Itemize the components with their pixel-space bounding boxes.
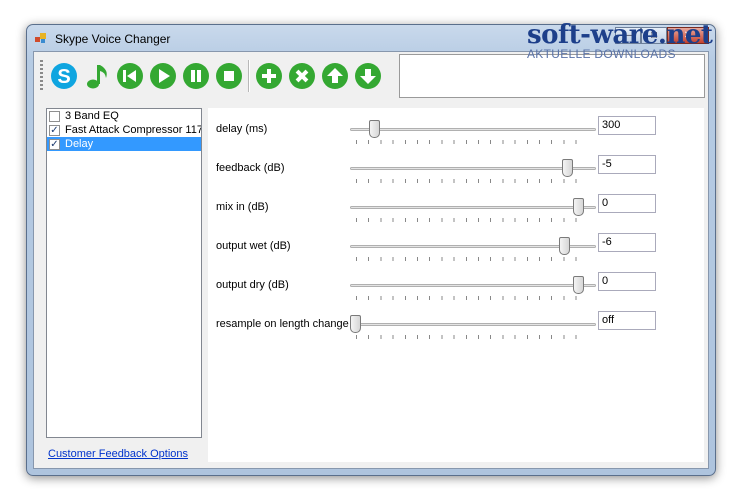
slider-ticks	[356, 257, 588, 261]
param-label: delay (ms)	[216, 123, 268, 135]
slider-thumb[interactable]	[559, 237, 570, 255]
effect-checkbox[interactable]: ✓	[49, 138, 60, 150]
checkmark-icon: ✓	[50, 124, 59, 136]
stop-button[interactable]	[214, 61, 244, 91]
slider-thumb[interactable]	[573, 198, 584, 216]
param-slider[interactable]	[350, 194, 596, 224]
add-effect-button[interactable]	[254, 61, 284, 91]
param-value[interactable]: -6	[598, 233, 656, 252]
param-slider[interactable]	[350, 272, 596, 302]
param-value[interactable]: 0	[598, 272, 656, 291]
effect-checkbox[interactable]	[49, 110, 60, 122]
param-row: resample on length change off	[208, 311, 704, 347]
param-value[interactable]: off	[598, 311, 656, 330]
window-title: Skype Voice Changer	[55, 32, 171, 46]
parameter-panel: delay (ms) 300 feedback (dB) -5 mix in (…	[208, 108, 704, 462]
effect-label: 3 Band EQ	[65, 110, 119, 122]
skype-button[interactable]: S	[49, 61, 79, 91]
slider-track	[350, 167, 596, 170]
effect-item[interactable]: 3 Band EQ	[47, 109, 201, 123]
toolbar-grip[interactable]	[40, 60, 43, 92]
effect-label: Delay	[65, 138, 94, 150]
remove-effect-button[interactable]	[287, 61, 317, 91]
slider-ticks	[356, 296, 588, 300]
remove-icon	[289, 63, 315, 89]
pause-icon	[183, 63, 209, 89]
param-row: mix in (dB) 0	[208, 194, 704, 230]
move-up-button[interactable]	[320, 61, 350, 91]
slider-track	[350, 128, 596, 131]
slider-track	[350, 284, 596, 287]
param-row: output dry (dB) 0	[208, 272, 704, 308]
app-window: Skype Voice Changer — □ ✕ S 3 Band EQ ✓ …	[26, 24, 716, 476]
param-value[interactable]: -5	[598, 155, 656, 174]
slider-thumb[interactable]	[573, 276, 584, 294]
effect-list[interactable]: 3 Band EQ ✓ Fast Attack Compressor 1175 …	[46, 108, 202, 438]
slider-ticks	[356, 140, 588, 144]
move-up-icon	[322, 63, 348, 89]
app-icon	[35, 33, 46, 43]
param-label: output dry (dB)	[216, 279, 289, 291]
toolbar: S	[38, 54, 398, 98]
watermark-logo: soft-ware.net	[527, 20, 713, 50]
add-icon	[256, 63, 282, 89]
param-slider[interactable]	[350, 155, 596, 185]
param-row: output wet (dB) -6	[208, 233, 704, 269]
param-value[interactable]: 0	[598, 194, 656, 213]
rewind-button[interactable]	[115, 61, 145, 91]
slider-ticks	[356, 335, 588, 339]
slider-ticks	[356, 218, 588, 222]
param-label: mix in (dB)	[216, 201, 269, 213]
param-row: feedback (dB) -5	[208, 155, 704, 191]
param-label: feedback (dB)	[216, 162, 285, 174]
effect-label: Fast Attack Compressor 1175	[65, 124, 202, 136]
watermark: soft-ware.net AKTUELLE DOWNLOADS	[527, 20, 713, 61]
slider-track	[350, 206, 596, 209]
effect-item[interactable]: ✓ Fast Attack Compressor 1175	[47, 123, 201, 137]
slider-thumb[interactable]	[369, 120, 380, 138]
rewind-icon	[117, 63, 143, 89]
skype-icon: S	[51, 63, 77, 89]
move-down-button[interactable]	[353, 61, 383, 91]
svg-text:S: S	[57, 66, 70, 88]
param-value[interactable]: 300	[598, 116, 656, 135]
music-button[interactable]	[82, 61, 112, 91]
slider-thumb[interactable]	[350, 315, 361, 333]
param-slider[interactable]	[350, 311, 596, 341]
effect-checkbox[interactable]: ✓	[49, 124, 60, 136]
param-label: output wet (dB)	[216, 240, 291, 252]
move-down-icon	[355, 63, 381, 89]
param-row: delay (ms) 300	[208, 116, 704, 152]
main-panel: S 3 Band EQ ✓ Fast Attack Compressor 117…	[33, 51, 709, 469]
play-button[interactable]	[148, 61, 178, 91]
toolbar-separator	[248, 60, 250, 92]
slider-thumb[interactable]	[562, 159, 573, 177]
music-note-icon	[87, 65, 107, 89]
play-icon	[150, 63, 176, 89]
effect-item[interactable]: ✓ Delay	[47, 137, 201, 151]
pause-button[interactable]	[181, 61, 211, 91]
checkmark-icon: ✓	[50, 138, 59, 150]
param-slider[interactable]	[350, 116, 596, 146]
param-slider[interactable]	[350, 233, 596, 263]
slider-track	[350, 323, 596, 326]
customer-feedback-link[interactable]: Customer Feedback Options	[48, 448, 188, 460]
slider-ticks	[356, 179, 588, 183]
stop-icon	[216, 63, 242, 89]
param-label: resample on length change	[216, 318, 349, 330]
